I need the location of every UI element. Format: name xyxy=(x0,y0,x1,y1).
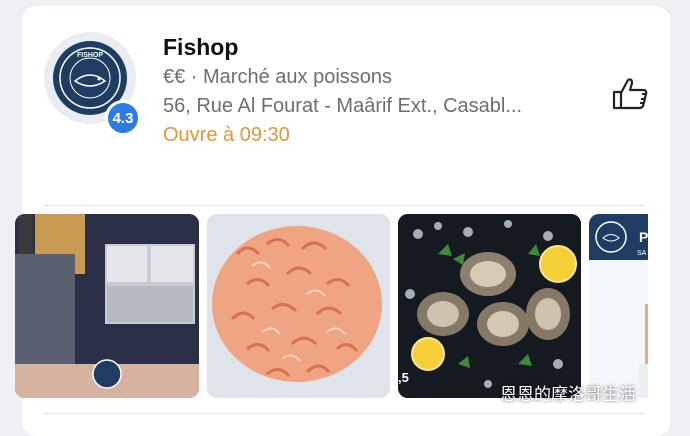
watermark: 恩恩的摩洛哥生活 xyxy=(500,385,636,404)
photo-sublabel: SA xyxy=(637,250,647,257)
photo-partial[interactable]: P SA xyxy=(589,214,648,398)
photo-oysters[interactable]: ,5 xyxy=(398,214,581,398)
divider xyxy=(44,205,644,206)
photo-label: P xyxy=(639,229,648,245)
place-name[interactable]: Fishop xyxy=(163,34,238,61)
logo-text: FISHOP xyxy=(77,52,103,59)
rating-badge: 4.3 xyxy=(105,100,141,136)
photo-carousel[interactable]: ,5 P SA xyxy=(15,214,648,404)
divider xyxy=(44,413,644,414)
photo-shrimp[interactable] xyxy=(207,214,390,398)
price-category: €€ · Marché aux poissons xyxy=(163,66,393,88)
address: 56, Rue Al Fourat - Maârif Ext., Casabl.… xyxy=(163,95,523,117)
photo-storefront[interactable] xyxy=(15,214,199,398)
opening-hours: Ouvre à 09:30 xyxy=(163,124,290,146)
photo-badge: ,5 xyxy=(398,370,409,385)
thumbs-up-icon[interactable] xyxy=(608,72,652,116)
